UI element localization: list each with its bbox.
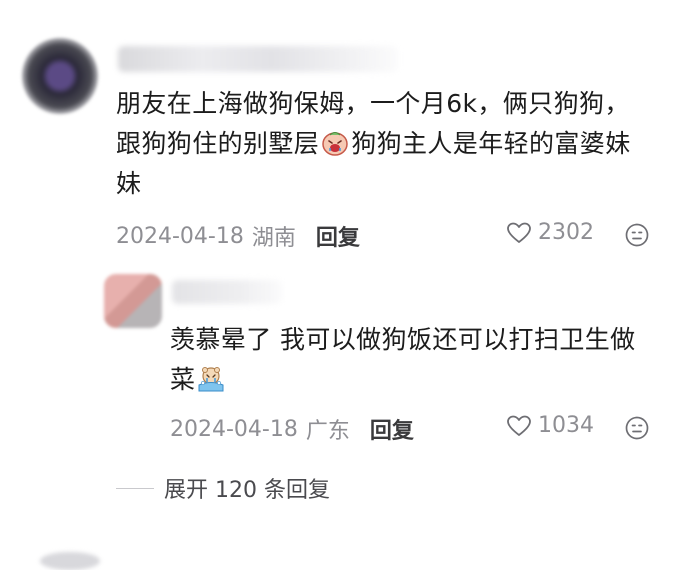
commenter-name-blurred[interactable] <box>118 46 398 72</box>
comment-like-button[interactable]: 2302 <box>506 220 594 245</box>
reply-meta: 2024-04-18 广东 回复 <box>170 413 414 445</box>
reply-line-2: 菜 <box>170 360 660 400</box>
comment-region: 湖南 <box>251 226 296 251</box>
frown-face-icon[interactable] <box>625 416 649 440</box>
crying-face-sticker-icon <box>322 132 348 156</box>
expand-replies-label: 展开 120 条回复 <box>164 478 330 503</box>
reply-like-count: 1034 <box>538 413 594 438</box>
bathing-bear-sticker-icon <box>198 367 224 392</box>
reply-reply-button[interactable]: 回复 <box>370 413 414 445</box>
reply-region: 广东 <box>305 419 350 444</box>
comment-date: 2024-04-18 <box>116 223 244 249</box>
frown-face-icon[interactable] <box>625 223 649 247</box>
comment-meta: 2024-04-18 湖南 回复 <box>116 220 360 252</box>
replier-avatar[interactable] <box>104 274 162 328</box>
heart-outline-icon <box>507 222 531 243</box>
next-comment-avatar-partial <box>40 552 100 570</box>
expand-replies-button[interactable]: 展开 120 条回复 <box>116 472 330 504</box>
reply-date: 2024-04-18 <box>170 416 298 442</box>
comment-line-1: 朋友在上海做狗保姆，一个月6k，俩只狗狗， <box>116 89 630 118</box>
comment-like-count: 2302 <box>538 220 594 245</box>
comment-body: 朋友在上海做狗保姆，一个月6k，俩只狗狗， 跟狗狗住的别墅层 狗狗主人是年轻的富… <box>116 84 656 204</box>
replier-name-blurred[interactable] <box>172 280 282 304</box>
reply-line-1: 羡慕晕了 我可以做狗饭还可以打扫卫生做 <box>170 325 636 354</box>
comment-line-2: 跟狗狗住的别墅层 狗狗主人是年轻的富婆妹 <box>116 129 631 158</box>
comment-reply-button[interactable]: 回复 <box>316 220 360 252</box>
commenter-avatar[interactable] <box>22 38 98 114</box>
comment-line-3: 妹 <box>116 169 142 198</box>
reply-body: 羡慕晕了 我可以做狗饭还可以打扫卫生做 菜 <box>170 320 660 400</box>
heart-outline-icon <box>507 415 531 436</box>
expand-divider <box>116 487 154 489</box>
reply-like-button[interactable]: 1034 <box>506 413 594 438</box>
